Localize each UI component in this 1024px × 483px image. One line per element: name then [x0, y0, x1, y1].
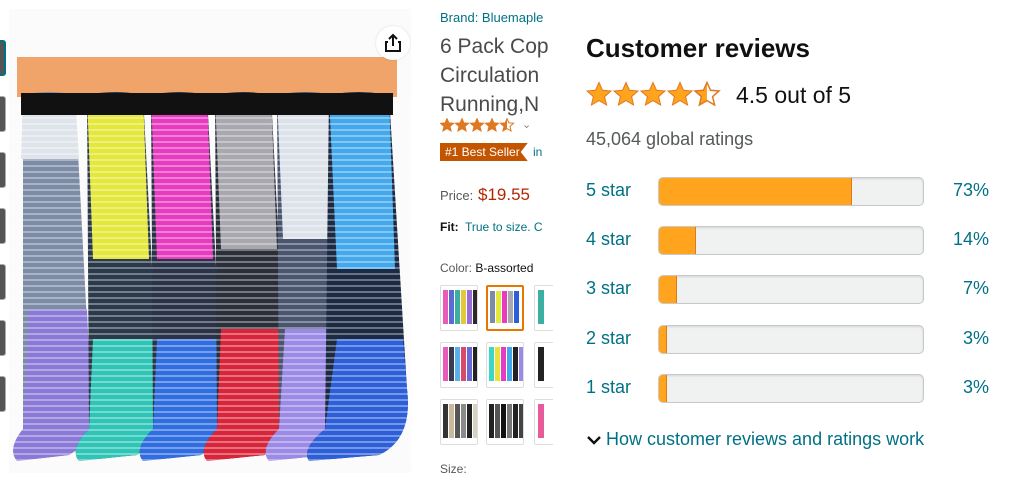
- color-swatch[interactable]: [440, 342, 478, 388]
- histogram-percent[interactable]: 3%: [963, 328, 989, 349]
- thumbnail-6[interactable]: [0, 320, 6, 356]
- color-label: Color:: [440, 261, 473, 275]
- histogram-bar[interactable]: [658, 275, 924, 304]
- histogram-fill: [659, 326, 667, 353]
- histogram-label[interactable]: 2 star: [586, 328, 631, 349]
- main-product-image[interactable]: [9, 9, 411, 473]
- thumbnail-4[interactable]: [0, 208, 6, 244]
- histogram-label[interactable]: 4 star: [586, 229, 631, 250]
- share-icon: [385, 33, 401, 52]
- star-icon: [440, 118, 515, 132]
- thumbnail-1[interactable]: [0, 40, 6, 76]
- how-reviews-work-link[interactable]: How customer reviews and ratings work: [586, 429, 924, 450]
- fit-value-link[interactable]: True to size. C: [465, 220, 543, 234]
- thumbnail-7[interactable]: [0, 376, 6, 412]
- product-title-line: Circulation: [440, 64, 540, 87]
- average-rating-stars[interactable]: [586, 81, 724, 109]
- histogram-row-2-star[interactable]: 2 star 3%: [586, 325, 1006, 355]
- reviews-title: Customer reviews: [586, 33, 810, 63]
- color-swatch[interactable]: [534, 342, 553, 388]
- color-swatch[interactable]: [534, 399, 553, 445]
- thumbnail-strip: [0, 40, 6, 430]
- histogram-label[interactable]: 1 star: [586, 377, 631, 398]
- customer-reviews-panel: Customer reviews 4.5 out of 5 45,064 glo…: [553, 0, 1024, 483]
- histogram-row-4-star[interactable]: 4 star 14%: [586, 226, 1006, 256]
- histogram-percent[interactable]: 7%: [963, 278, 989, 299]
- histogram-row-1-star[interactable]: 1 star 3%: [586, 374, 1006, 404]
- histogram-fill: [659, 178, 852, 205]
- star-icon: [586, 81, 720, 106]
- color-value: B-assorted: [475, 261, 534, 275]
- histogram-percent[interactable]: 73%: [953, 180, 989, 201]
- price-value: $19.55: [478, 185, 530, 204]
- product-info: Brand: Bluemaple 6 Pack Cop Circulation …: [430, 0, 553, 483]
- product-title-line: Running,N: [440, 93, 540, 116]
- color-swatch[interactable]: [440, 285, 478, 331]
- thumbnail-3[interactable]: [0, 152, 6, 188]
- brand-link[interactable]: Brand: Bluemaple: [440, 10, 543, 25]
- color-swatch[interactable]: [440, 399, 478, 445]
- histogram-percent[interactable]: 3%: [963, 377, 989, 398]
- best-seller-badge[interactable]: #1 Best Seller: [440, 143, 528, 161]
- product-title: 6 Pack Cop Circulation Running,N: [440, 32, 549, 119]
- how-reviews-work-label[interactable]: How customer reviews and ratings work: [606, 429, 924, 450]
- histogram-bar[interactable]: [658, 325, 924, 354]
- histogram-percent[interactable]: 14%: [953, 229, 989, 250]
- histogram-bar[interactable]: [658, 177, 924, 206]
- color-swatch[interactable]: [486, 399, 524, 445]
- histogram-row-3-star[interactable]: 3 star 7%: [586, 275, 1006, 305]
- socks-illustration: [9, 57, 411, 461]
- rating-chevron-icon[interactable]: ⌄: [522, 118, 531, 131]
- product-rating-stars[interactable]: [440, 118, 518, 132]
- size-label: Size:: [440, 462, 467, 476]
- histogram-fill: [659, 276, 678, 303]
- histogram-label[interactable]: 3 star: [586, 278, 631, 299]
- share-button[interactable]: [376, 26, 410, 60]
- histogram-row-5-star[interactable]: 5 star 73%: [586, 177, 1006, 207]
- thumbnail-5[interactable]: [0, 264, 6, 300]
- chevron-down-icon: [587, 435, 601, 445]
- global-ratings-count: 45,064 global ratings: [586, 129, 754, 149]
- histogram-label[interactable]: 5 star: [586, 180, 631, 201]
- color-selection: Color: B-assorted: [440, 261, 533, 275]
- histogram-fill: [659, 227, 696, 254]
- thumbnail-2[interactable]: [0, 96, 6, 132]
- histogram-bar[interactable]: [658, 226, 924, 255]
- average-rating-text: 4.5 out of 5: [736, 82, 852, 108]
- product-title-line: 6 Pack Cop: [440, 35, 549, 58]
- best-seller-category-link[interactable]: in: [533, 145, 542, 159]
- color-swatch[interactable]: [534, 285, 553, 331]
- color-swatch[interactable]: [486, 342, 524, 388]
- histogram-bar[interactable]: [658, 374, 924, 403]
- histogram-fill: [659, 375, 667, 402]
- fit-label: Fit:: [440, 220, 459, 234]
- color-swatch-selected[interactable]: [486, 285, 524, 331]
- price-label: Price:: [440, 188, 474, 203]
